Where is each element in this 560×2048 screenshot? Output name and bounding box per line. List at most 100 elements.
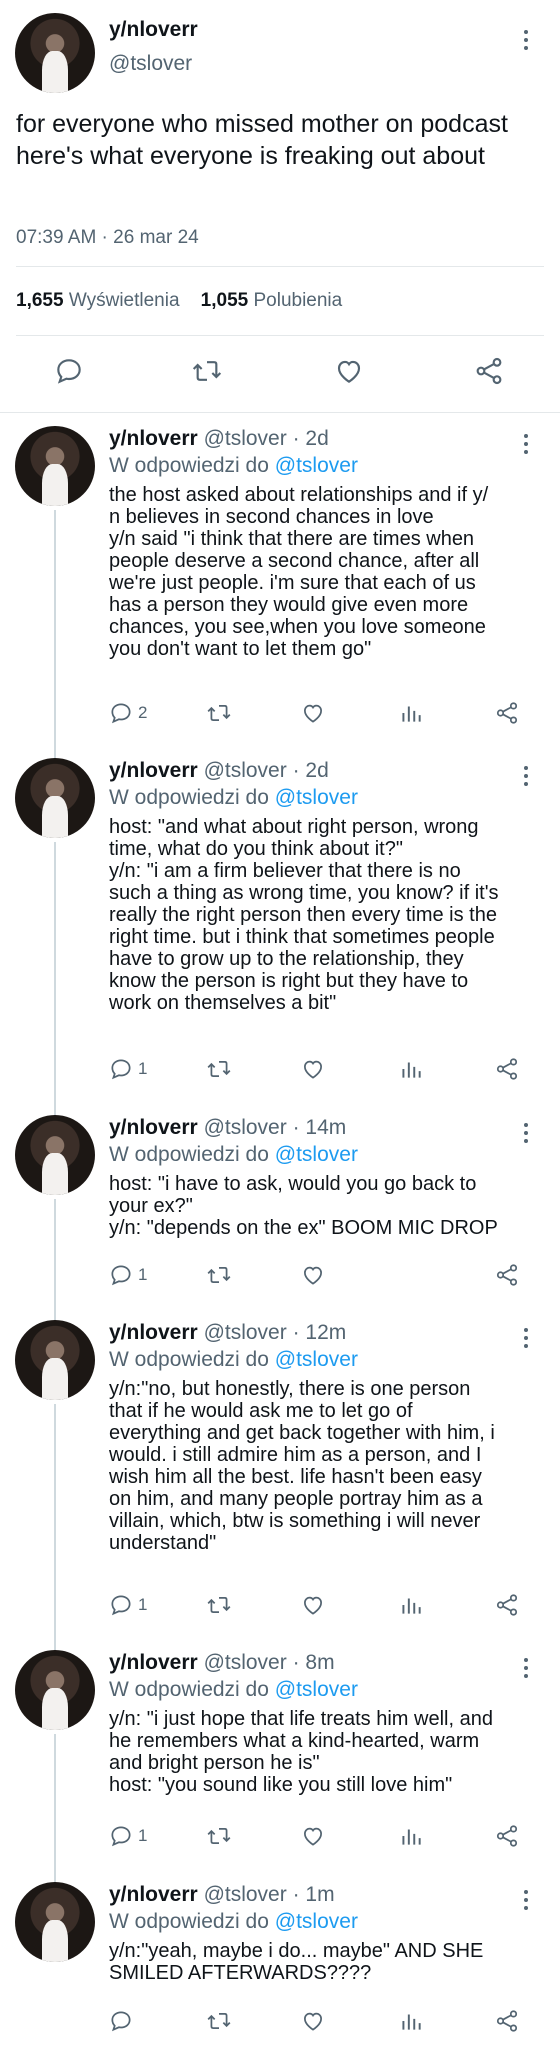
reply-button[interactable]: 1 [108, 1592, 147, 1618]
thread-line [54, 510, 56, 758]
reply-icon [111, 1826, 131, 1847]
main-tweet: y/nloverr @tslover for everyone who miss… [0, 0, 560, 412]
more-options-icon[interactable] [516, 764, 536, 788]
like-icon[interactable] [332, 355, 366, 387]
more-options-icon[interactable] [516, 1121, 536, 1145]
reply-author[interactable]: y/nloverr @tslover · 12m [109, 1321, 346, 1345]
reply-icon[interactable] [53, 355, 85, 387]
author-name[interactable]: y/nloverr [109, 1651, 198, 1674]
reply-actions: 1 [100, 1262, 550, 1292]
reply-author[interactable]: y/nloverr @tslover · 14m [109, 1116, 346, 1140]
avatar[interactable] [15, 426, 95, 506]
likes-label[interactable]: Polubienia [253, 290, 342, 311]
reply-icon [111, 1265, 131, 1286]
avatar[interactable] [15, 1650, 95, 1730]
reply-to-link[interactable]: @tslover [275, 786, 358, 809]
reply-button[interactable]: 1 [108, 1056, 147, 1082]
tweet-actions [0, 355, 560, 395]
reply-icon [111, 703, 131, 724]
retweet-icon[interactable] [206, 2008, 232, 2034]
reply-author[interactable]: y/nloverr @tslover · 1m [109, 1883, 335, 1907]
more-options-icon[interactable] [516, 28, 536, 52]
retweet-icon[interactable] [190, 355, 224, 387]
likes-count[interactable]: 1,055 [201, 290, 249, 311]
reply-prefix: W odpowiedzi do [109, 1910, 269, 1933]
like-icon[interactable] [300, 700, 326, 726]
reply-tweet[interactable]: y/nloverr @tslover · 2d W odpowiedzi do … [0, 750, 560, 1115]
author-name[interactable]: y/nloverr [109, 1883, 198, 1906]
reply-count: 2 [138, 703, 148, 722]
reply-to-link[interactable]: @tslover [275, 1143, 358, 1166]
retweet-icon[interactable] [206, 700, 232, 726]
share-icon[interactable] [473, 355, 505, 387]
reply-button[interactable]: 1 [108, 1823, 147, 1849]
retweet-icon[interactable] [206, 1592, 232, 1618]
reply-author[interactable]: y/nloverr @tslover · 2d [109, 759, 329, 783]
analytics-icon[interactable] [398, 1592, 424, 1618]
author-meta: @tslover · 1m [203, 1883, 335, 1906]
reply-prefix: W odpowiedzi do [109, 454, 269, 477]
share-icon[interactable] [494, 2008, 520, 2034]
views-label[interactable]: Wyświetlenia [69, 290, 180, 311]
views-count[interactable]: 1,655 [16, 290, 64, 311]
share-icon[interactable] [494, 1592, 520, 1618]
reply-button[interactable] [108, 2008, 138, 2034]
reply-to-link[interactable]: @tslover [275, 1348, 358, 1371]
tweet-stats: 1,655 Wyświetlenia 1,055 Polubienia [16, 290, 342, 312]
author-name[interactable]: y/nloverr [109, 18, 198, 42]
reply-author[interactable]: y/nloverr @tslover · 2d [109, 427, 329, 451]
tweet-timestamp[interactable]: 07:39 AM · 26 mar 24 [16, 227, 199, 249]
like-icon[interactable] [300, 1056, 326, 1082]
reply-actions [100, 2008, 550, 2038]
analytics-icon[interactable] [398, 2008, 424, 2034]
author-handle[interactable]: @tslover [109, 52, 192, 76]
retweet-icon[interactable] [206, 1823, 232, 1849]
reply-author[interactable]: y/nloverr @tslover · 8m [109, 1651, 335, 1675]
reply-button[interactable]: 2 [108, 700, 147, 726]
reply-to-link[interactable]: @tslover [275, 454, 358, 477]
analytics-icon[interactable] [398, 700, 424, 726]
reply-tweet[interactable]: y/nloverr @tslover · 8m W odpowiedzi do … [0, 1642, 560, 1882]
share-icon[interactable] [494, 700, 520, 726]
avatar[interactable] [15, 1882, 95, 1962]
author-meta: @tslover · 14m [203, 1116, 347, 1139]
divider [16, 335, 544, 336]
author-name[interactable]: y/nloverr [109, 759, 198, 782]
more-options-icon[interactable] [516, 432, 536, 456]
reply-tweet[interactable]: y/nloverr @tslover · 1m W odpowiedzi do … [0, 1874, 560, 2048]
reply-tweet[interactable]: y/nloverr @tslover · 14m W odpowiedzi do… [0, 1107, 560, 1320]
reply-context: W odpowiedzi do @tslover [109, 1910, 358, 1934]
divider [16, 266, 544, 267]
more-options-icon[interactable] [516, 1656, 536, 1680]
retweet-icon[interactable] [206, 1262, 232, 1288]
reply-to-link[interactable]: @tslover [275, 1910, 358, 1933]
avatar[interactable] [15, 758, 95, 838]
reply-icon [111, 1595, 131, 1616]
reply-to-link[interactable]: @tslover [275, 1678, 358, 1701]
like-icon[interactable] [300, 1592, 326, 1618]
reply-tweet[interactable]: y/nloverr @tslover · 12m W odpowiedzi do… [0, 1312, 560, 1650]
author-name[interactable]: y/nloverr [109, 427, 198, 450]
more-options-icon[interactable] [516, 1326, 536, 1350]
reply-tweet[interactable]: y/nloverr @tslover · 2d W odpowiedzi do … [0, 418, 560, 758]
reply-icon [111, 1059, 131, 1080]
more-options-icon[interactable] [516, 1888, 536, 1912]
retweet-icon[interactable] [206, 1056, 232, 1082]
share-icon[interactable] [494, 1056, 520, 1082]
author-name[interactable]: y/nloverr [109, 1116, 198, 1139]
author-name[interactable]: y/nloverr [109, 1321, 198, 1344]
like-icon[interactable] [300, 1262, 326, 1288]
analytics-icon[interactable] [398, 1056, 424, 1082]
reply-prefix: W odpowiedzi do [109, 1143, 269, 1166]
avatar[interactable] [15, 1320, 95, 1400]
avatar[interactable] [15, 1115, 95, 1195]
share-icon[interactable] [494, 1823, 520, 1849]
like-icon[interactable] [300, 2008, 326, 2034]
share-icon[interactable] [494, 1262, 520, 1288]
reply-button[interactable]: 1 [108, 1262, 147, 1288]
analytics-icon[interactable] [398, 1823, 424, 1849]
reply-count: 1 [138, 1059, 148, 1078]
like-icon[interactable] [300, 1823, 326, 1849]
avatar[interactable] [15, 13, 95, 93]
reply-context: W odpowiedzi do @tslover [109, 1678, 358, 1702]
